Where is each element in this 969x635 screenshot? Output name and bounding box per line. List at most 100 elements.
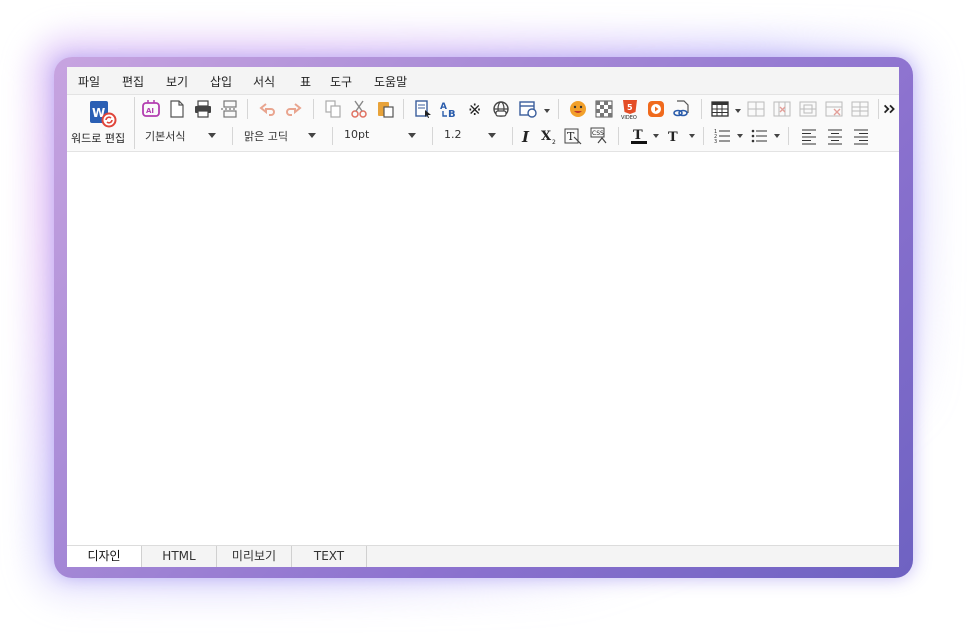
font-size-value: 10pt <box>344 128 370 141</box>
select-all-icon[interactable] <box>412 98 434 120</box>
hyperlink-icon[interactable] <box>670 98 692 120</box>
chevron-down-icon <box>408 133 416 138</box>
svg-text:B: B <box>448 109 456 119</box>
line-height-select[interactable]: 1.2 <box>436 125 502 145</box>
align-center-icon[interactable] <box>825 126 845 146</box>
chevron-down-icon[interactable] <box>735 109 741 113</box>
divider <box>701 99 702 119</box>
divider <box>788 127 789 145</box>
spellcheck-icon[interactable]: AB <box>438 98 460 120</box>
background-color-icon[interactable]: T <box>664 126 684 146</box>
svg-text:3: 3 <box>714 139 717 145</box>
svg-text:※: ※ <box>468 100 481 119</box>
line-height-value: 1.2 <box>444 128 462 141</box>
menu-tools[interactable]: 도구 <box>330 73 352 90</box>
chevron-down-icon[interactable] <box>774 134 780 138</box>
html5-video-icon[interactable]: 5 VIDEO <box>619 98 641 120</box>
new-document-icon[interactable] <box>166 98 188 120</box>
edit-in-word-button[interactable]: W 워드로 편집 <box>67 95 134 151</box>
tab-html[interactable]: HTML <box>142 546 217 567</box>
print-icon[interactable] <box>192 98 214 120</box>
font-size-select[interactable]: 10pt <box>336 125 422 145</box>
svg-text:5: 5 <box>627 103 633 112</box>
cut-icon[interactable] <box>348 98 370 120</box>
table-delete-icon[interactable] <box>823 98 845 120</box>
svg-text:CSS: CSS <box>592 130 604 137</box>
unordered-list-icon[interactable] <box>749 126 769 146</box>
align-left-icon[interactable] <box>799 126 819 146</box>
table-delete-col-icon[interactable] <box>771 98 793 120</box>
menu-edit[interactable]: 편집 <box>122 73 144 90</box>
toolbar: W 워드로 편집 AI A B ※ 5 VIDEO 기본서식 맑은 고딕 10p… <box>67 95 899 152</box>
font-value: 맑은 고딕 <box>244 130 288 143</box>
more-icon[interactable] <box>881 98 899 120</box>
svg-text:T: T <box>567 130 575 143</box>
chevron-down-icon[interactable] <box>544 109 550 113</box>
svg-text:T: T <box>633 128 643 143</box>
chevron-down-icon <box>488 133 496 138</box>
table-merge-icon[interactable] <box>797 98 819 120</box>
html-editor: 파일 편집 보기 삽입 서식 표 도구 도움말 W 워드로 편집 AI A B … <box>67 67 899 567</box>
divider <box>558 99 559 119</box>
menu-bar: 파일 편집 보기 삽입 서식 표 도구 도움말 <box>67 67 899 95</box>
clear-format-icon[interactable]: T <box>563 126 583 146</box>
italic-icon[interactable]: I <box>517 126 537 146</box>
tab-design[interactable]: 디자인 <box>67 546 142 567</box>
divider <box>247 99 248 119</box>
divider <box>512 127 513 145</box>
menu-help[interactable]: 도움말 <box>374 73 407 90</box>
style-select[interactable]: 기본서식 <box>137 125 222 145</box>
style-value: 기본서식 <box>145 130 186 143</box>
copy-icon[interactable] <box>322 98 344 120</box>
divider <box>878 99 879 119</box>
css-style-icon[interactable]: CSS <box>589 126 609 146</box>
background-icon[interactable] <box>593 98 615 120</box>
chevron-down-icon[interactable] <box>737 134 743 138</box>
chevron-down-icon[interactable] <box>653 134 659 138</box>
divider <box>332 127 333 145</box>
editing-area[interactable] <box>67 152 899 545</box>
divider <box>232 127 233 145</box>
svg-text:I: I <box>521 128 530 145</box>
tab-text[interactable]: TEXT <box>292 546 367 567</box>
divider <box>618 127 619 145</box>
redo-icon[interactable] <box>282 98 304 120</box>
divider <box>703 127 704 145</box>
align-right-icon[interactable] <box>851 126 871 146</box>
svg-text:AI: AI <box>146 107 154 115</box>
menu-file[interactable]: 파일 <box>78 73 100 90</box>
emoji-icon[interactable] <box>567 98 589 120</box>
font-color-icon[interactable]: T <box>629 126 649 146</box>
svg-text:2: 2 <box>552 139 556 145</box>
chevron-down-icon[interactable] <box>689 134 695 138</box>
word-convert-icon: W <box>90 101 117 128</box>
svg-text:T: T <box>668 130 678 145</box>
undo-icon[interactable] <box>257 98 279 120</box>
ordered-list-icon[interactable]: 123 <box>712 126 732 146</box>
ai-icon[interactable]: AI <box>140 98 162 120</box>
menu-view[interactable]: 보기 <box>166 73 188 90</box>
menu-format[interactable]: 서식 <box>253 73 275 90</box>
table-split-icon[interactable] <box>849 98 871 120</box>
chevron-down-icon <box>308 133 316 138</box>
menu-table[interactable]: 표 <box>300 73 311 90</box>
svg-text:A: A <box>440 102 447 112</box>
font-select[interactable]: 맑은 고딕 <box>236 125 322 145</box>
paste-icon[interactable] <box>374 98 396 120</box>
table-icon[interactable] <box>709 98 731 120</box>
menu-insert[interactable]: 삽입 <box>210 73 232 90</box>
media-play-icon[interactable] <box>645 98 667 120</box>
divider <box>403 99 404 119</box>
divider <box>313 99 314 119</box>
web-link-icon[interactable] <box>490 98 512 120</box>
special-char-icon[interactable]: ※ <box>464 98 486 120</box>
divider <box>134 97 135 149</box>
svg-text:X: X <box>541 129 552 144</box>
table-insert-row-icon[interactable] <box>745 98 767 120</box>
subscript-icon[interactable]: X2 <box>539 126 559 146</box>
tab-preview[interactable]: 미리보기 <box>217 546 292 567</box>
divider <box>432 127 433 145</box>
date-time-icon[interactable] <box>517 98 539 120</box>
page-break-icon[interactable] <box>218 98 240 120</box>
view-tabs: 디자인 HTML 미리보기 TEXT <box>67 545 899 567</box>
